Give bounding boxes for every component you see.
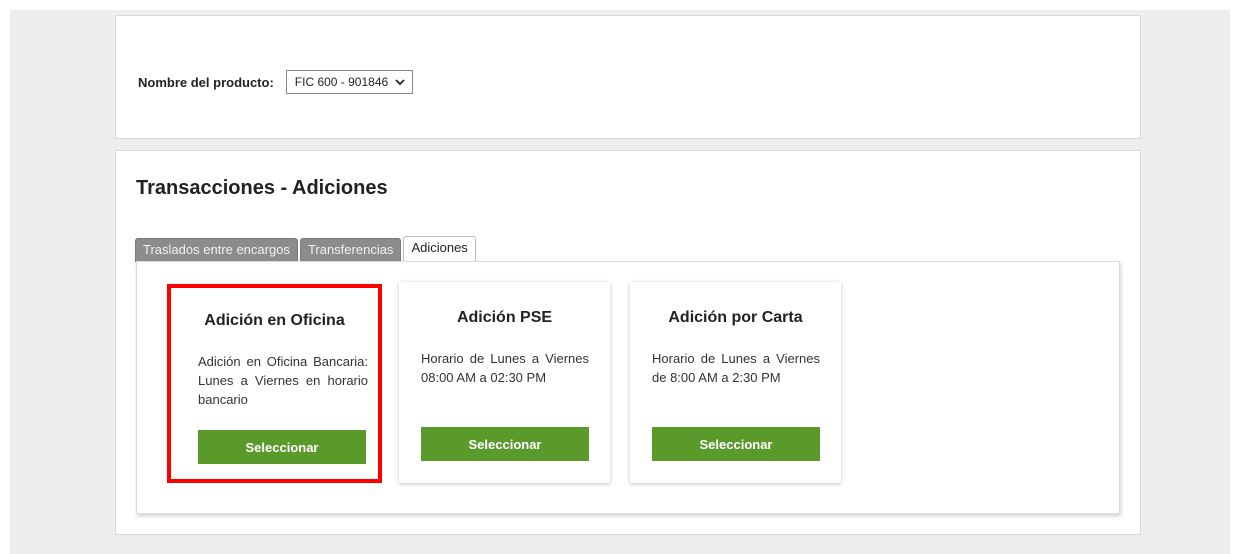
product-select-value: FIC 600 - 901846 (294, 75, 389, 89)
card-description: Horario de Lunes a Viernes de 8:00 AM a … (652, 351, 820, 385)
select-oficina-button[interactable]: Seleccionar (198, 430, 366, 464)
product-label: Nombre del producto: (138, 74, 274, 90)
product-select[interactable]: FIC 600 - 901846 (285, 70, 414, 94)
tab-traslados[interactable]: Traslados entre encargos (135, 238, 298, 262)
card-description: Adición en Oficina Bancaria: Lunes a Vie… (198, 354, 368, 407)
card-title: Adición por Carta (668, 309, 803, 326)
product-row: Nombre del producto: FIC 600 - 901846 (138, 70, 414, 94)
transactions-panel: Transacciones - Adiciones Traslados entr… (115, 150, 1141, 535)
tab-content: Adición en Oficina Adición en Oficina Ba… (136, 261, 1120, 514)
chevron-down-icon (394, 76, 406, 88)
product-panel: Nombre del producto: FIC 600 - 901846 (115, 15, 1141, 139)
select-pse-button[interactable]: Seleccionar (421, 427, 589, 461)
tab-bar: Traslados entre encargos Transferencias … (135, 236, 478, 262)
card-description: Horario de Lunes a Viernes 08:00 AM a 02… (421, 351, 589, 385)
card-adicion-pse: Adición PSE Horario de Lunes a Viernes 0… (399, 282, 610, 483)
card-title: Adición en Oficina (204, 312, 345, 329)
select-carta-button[interactable]: Seleccionar (652, 427, 820, 461)
card-adicion-carta: Adición por Carta Horario de Lunes a Vie… (630, 282, 841, 483)
tab-transferencias[interactable]: Transferencias (299, 238, 402, 262)
card-adicion-oficina: Adición en Oficina Adición en Oficina Ba… (167, 284, 382, 483)
section-title: Transacciones - Adiciones (136, 177, 388, 199)
tab-adiciones[interactable]: Adiciones (403, 236, 476, 262)
card-title: Adición PSE (456, 309, 553, 326)
